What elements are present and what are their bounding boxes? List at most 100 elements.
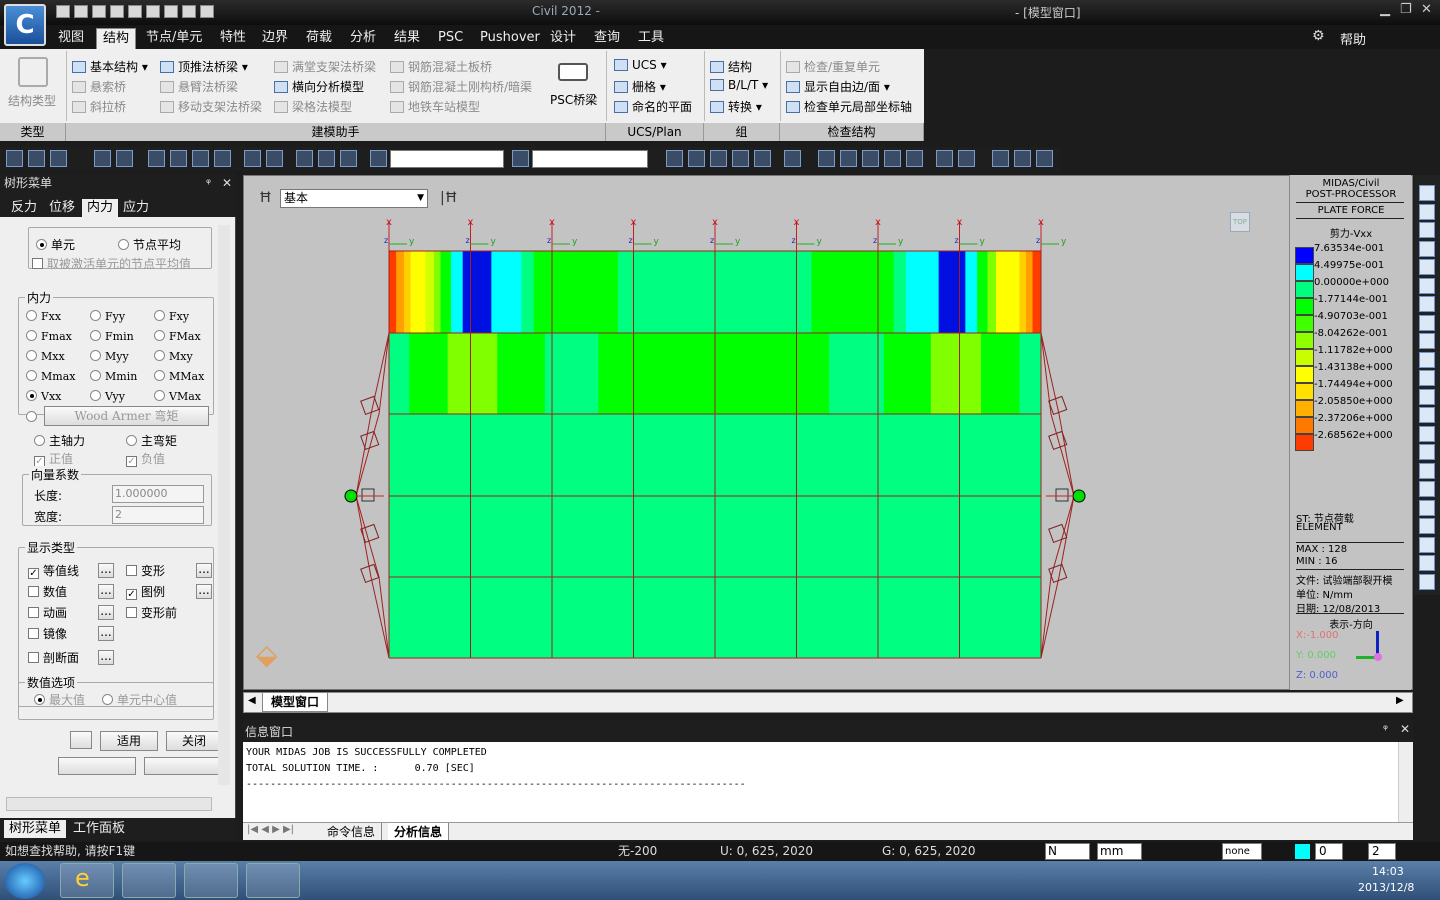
checkbox[interactable]: ✓ (126, 456, 137, 467)
force-option-mmin[interactable]: Mmin (90, 370, 137, 383)
force-option-fyy[interactable]: Fyy (90, 310, 125, 323)
toolbar-button[interactable] (148, 150, 165, 167)
save-button[interactable] (58, 757, 136, 775)
quick-access-icon[interactable] (110, 5, 124, 18)
force-option-vyy[interactable]: Vyy (90, 390, 125, 403)
quick-access-icon[interactable] (92, 5, 106, 18)
force-option-fmin[interactable]: Fmin (90, 330, 134, 343)
view-tool-button[interactable] (1419, 499, 1435, 516)
more-button[interactable]: ... (98, 650, 114, 665)
toolbar-button[interactable] (818, 150, 835, 167)
toolbar-combo-2[interactable] (532, 150, 648, 168)
toolbar-button[interactable] (1014, 150, 1031, 167)
checkbox[interactable] (28, 652, 39, 663)
view-tool-button[interactable] (1419, 314, 1435, 331)
wizard-item-5[interactable]: 移动支架法桥梁 (160, 98, 262, 115)
force-option-fxx[interactable]: Fxx (26, 310, 61, 323)
length-input[interactable]: 1.000000 (112, 485, 204, 503)
group-item-2[interactable]: 转换 ▾ (710, 98, 762, 115)
radio[interactable] (26, 370, 37, 381)
view-tool-button[interactable] (1419, 518, 1435, 534)
vertical-scrollbar[interactable] (218, 225, 230, 785)
view-tool-button[interactable] (1419, 203, 1435, 220)
toolbar-button[interactable] (170, 150, 187, 167)
tab-model-window[interactable]: 模型窗口 (262, 693, 329, 712)
view-tool-button[interactable] (1419, 333, 1435, 349)
view-tool-button[interactable] (1419, 185, 1435, 201)
force-option-vxx[interactable]: Vxx (26, 390, 61, 403)
filter-select[interactable]: none (1222, 843, 1262, 860)
wizard-item-9[interactable]: 钢筋混凝土板桥 (390, 58, 492, 75)
quick-access-icon[interactable] (56, 5, 70, 18)
tab-2[interactable]: 内力 (82, 199, 119, 217)
checkbox[interactable] (28, 628, 39, 639)
wizard-item-2[interactable]: 斜拉桥 (72, 98, 126, 115)
toolbar-button[interactable] (116, 150, 133, 167)
view-tool-button[interactable] (1419, 425, 1435, 442)
view-tool-button[interactable] (1419, 222, 1435, 238)
wizard-item-7[interactable]: 横向分析模型 (274, 78, 364, 95)
display-1[interactable]: 数值 (28, 583, 67, 600)
toolbar-button[interactable] (28, 150, 45, 167)
toolbar-button[interactable] (666, 150, 683, 167)
radio[interactable] (126, 435, 137, 446)
taskbar-civil[interactable] (184, 863, 238, 898)
principal-positive[interactable]: ✓ 正值 (34, 450, 73, 467)
tab-nav-icons[interactable]: |◀ ◀ ▶ ▶| (247, 824, 294, 835)
taskbar-messenger[interactable] (246, 863, 300, 898)
view-tool-button[interactable] (1419, 351, 1435, 368)
radio[interactable] (154, 370, 165, 381)
wood-armer-radio[interactable] (26, 410, 41, 424)
tab-0[interactable]: 反力 (6, 199, 42, 217)
toolbar-button[interactable] (992, 150, 1009, 167)
principal-negative[interactable]: ✓ 负值 (126, 450, 165, 467)
print-button[interactable] (144, 757, 222, 775)
display-0[interactable]: ✓ 等值线 (28, 562, 79, 579)
radio[interactable] (154, 330, 165, 341)
display2-2[interactable]: 变形前 (126, 604, 177, 621)
more-button[interactable]: ... (196, 584, 212, 599)
radio[interactable] (154, 390, 165, 401)
wizard-item-4[interactable]: 悬臂法桥梁 (160, 78, 238, 95)
page-total[interactable]: 2 (1368, 843, 1396, 860)
view-tool-button[interactable] (1419, 573, 1435, 590)
radio[interactable] (102, 694, 113, 705)
view-tool-button[interactable] (1419, 481, 1435, 497)
color-swatch[interactable] (1295, 844, 1310, 859)
toolbar-button[interactable] (50, 150, 67, 167)
toolbar-button[interactable] (512, 150, 529, 167)
view-tool-button[interactable] (1419, 370, 1435, 386)
scroll-right-icon[interactable]: ▶ (1396, 695, 1404, 706)
view-tool-button[interactable] (1419, 462, 1435, 479)
tab-5[interactable]: 荷载 (300, 28, 338, 49)
force-option-myy[interactable]: Myy (90, 350, 129, 363)
radio[interactable] (26, 390, 37, 401)
radio[interactable] (90, 370, 101, 381)
app-menu-button[interactable]: C (4, 4, 46, 46)
radio[interactable] (118, 239, 129, 250)
checkbox[interactable] (32, 258, 43, 269)
force-unit-select[interactable]: N (1045, 843, 1090, 860)
checkbox[interactable] (126, 565, 137, 576)
psc-bridge-button[interactable]: PSC桥梁 (550, 91, 597, 108)
wizard-item-3[interactable]: 顶推法桥梁 ▾ (160, 58, 248, 75)
toolbar-button[interactable] (6, 150, 23, 167)
radio[interactable] (26, 310, 37, 321)
radio[interactable] (154, 310, 165, 321)
tab-9[interactable]: Pushover (474, 28, 546, 49)
tab-1[interactable]: 结构 (96, 28, 137, 49)
mode-option-0[interactable]: 单元 (36, 236, 75, 253)
quick-access-icon[interactable] (74, 5, 88, 18)
toolbar-button[interactable] (710, 150, 727, 167)
quick-access-icon[interactable] (128, 5, 142, 18)
minimize-button[interactable]: ▁ (1380, 2, 1390, 17)
tab-0[interactable]: 视图 (52, 28, 90, 49)
view-cube-top[interactable]: TOP (1230, 212, 1250, 232)
radio[interactable] (34, 694, 45, 705)
tab-command-info[interactable]: 命令信息 (321, 823, 383, 840)
force-option-vmax[interactable]: VMax (154, 390, 201, 403)
ucs-item-1[interactable]: 栅格 ▾ (614, 78, 666, 95)
toolbar-button[interactable] (884, 150, 901, 167)
help-menu[interactable]: 帮助 (1340, 29, 1366, 48)
tab-3[interactable]: 应力 (118, 199, 154, 217)
